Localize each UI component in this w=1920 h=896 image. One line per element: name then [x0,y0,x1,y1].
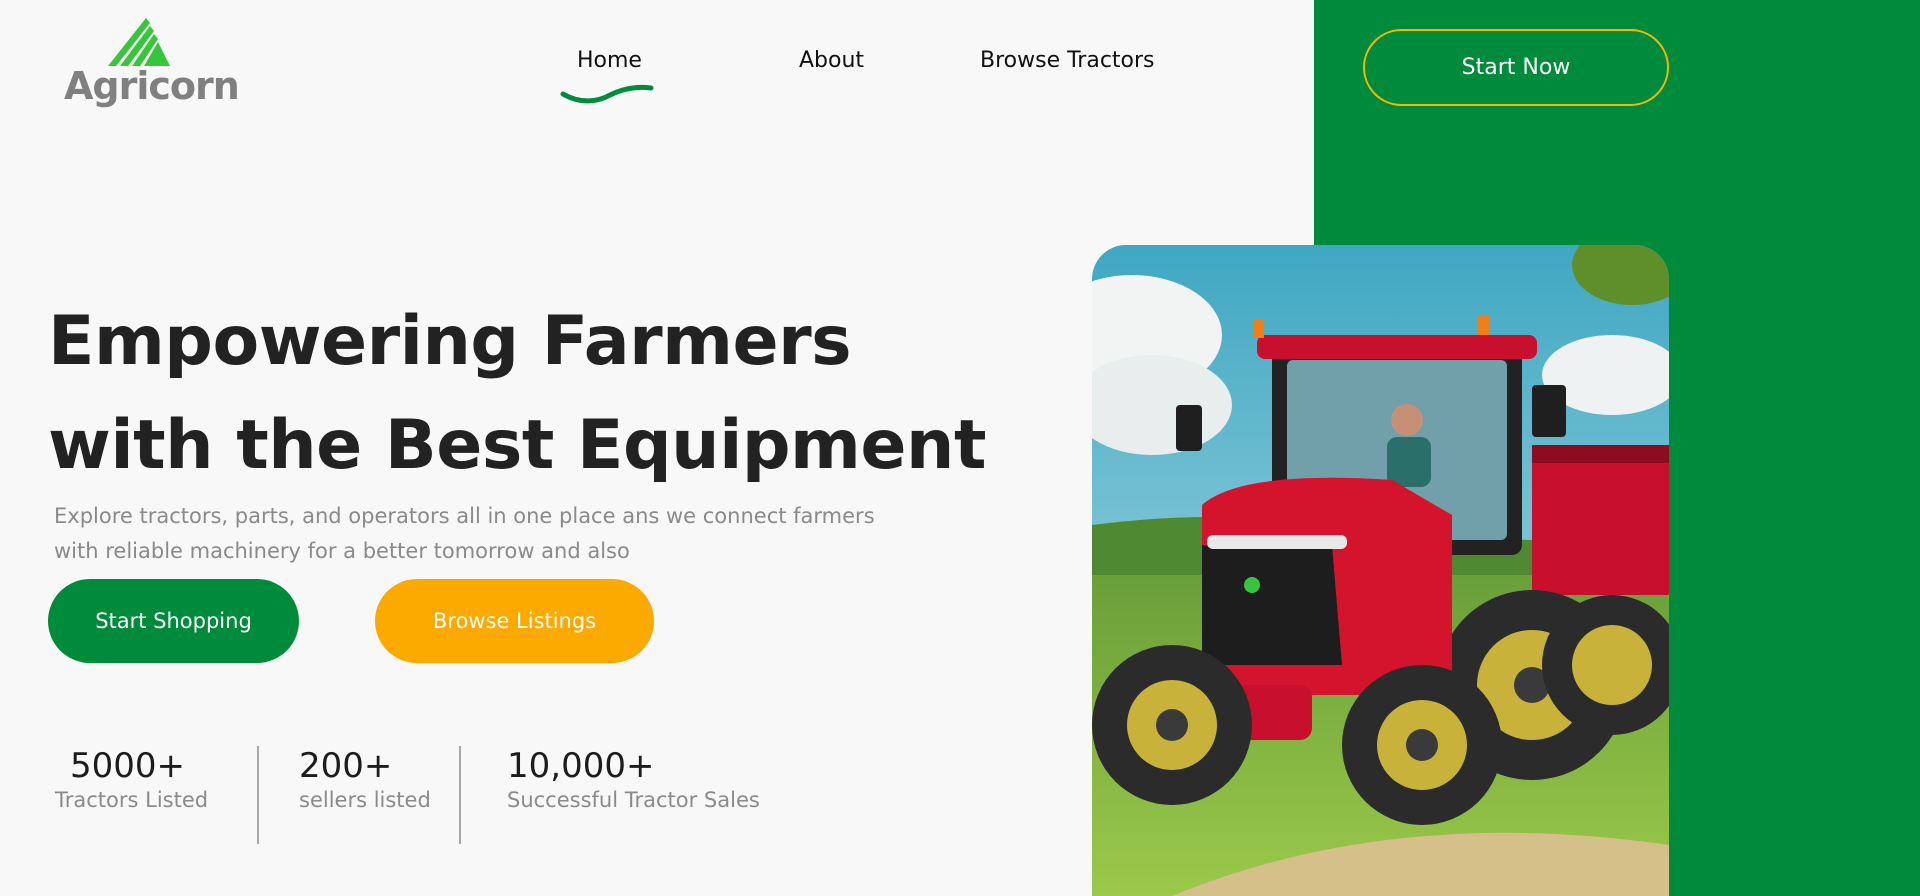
stat-sellers-value: 200+ [299,746,393,786]
wheat-stripes-logo-icon [108,18,170,66]
brand-name: Agricorn [64,64,240,108]
red-tractor-photo [1092,245,1669,896]
hero-headline-line-1: Empowering Farmers [48,302,852,381]
nav-browse-tractors-link[interactable]: Browse Tractors [980,48,1155,73]
stat-tractors-value: 5000+ [70,746,186,786]
nav-home-link[interactable]: Home [577,48,642,73]
stat-sales-value: 10,000+ [507,746,655,786]
hero-description: Explore tractors, parts, and operators a… [54,499,914,569]
stat-tractors-label: Tractors Listed [55,788,209,812]
hero-description-line-2: with reliable machinery for a better tom… [54,539,630,563]
browse-listings-button[interactable]: Browse Listings [375,579,654,663]
stat-sales-label: Successful Tractor Sales [507,788,760,812]
stat-divider [257,746,259,844]
start-shopping-button[interactable]: Start Shopping [48,579,299,663]
active-nav-underline [560,84,654,104]
hero-headline: Empowering Farmers with the Best Equipme… [48,290,986,498]
brand-logo[interactable]: Agricorn [64,18,240,110]
nav-about-link[interactable]: About [799,48,864,73]
stat-divider [459,746,461,844]
hero-description-line-1: Explore tractors, parts, and operators a… [54,504,875,528]
hero-headline-line-2: with the Best Equipment [48,406,986,485]
stat-sellers-label: sellers listed [299,788,431,812]
start-now-button[interactable]: Start Now [1363,29,1669,106]
